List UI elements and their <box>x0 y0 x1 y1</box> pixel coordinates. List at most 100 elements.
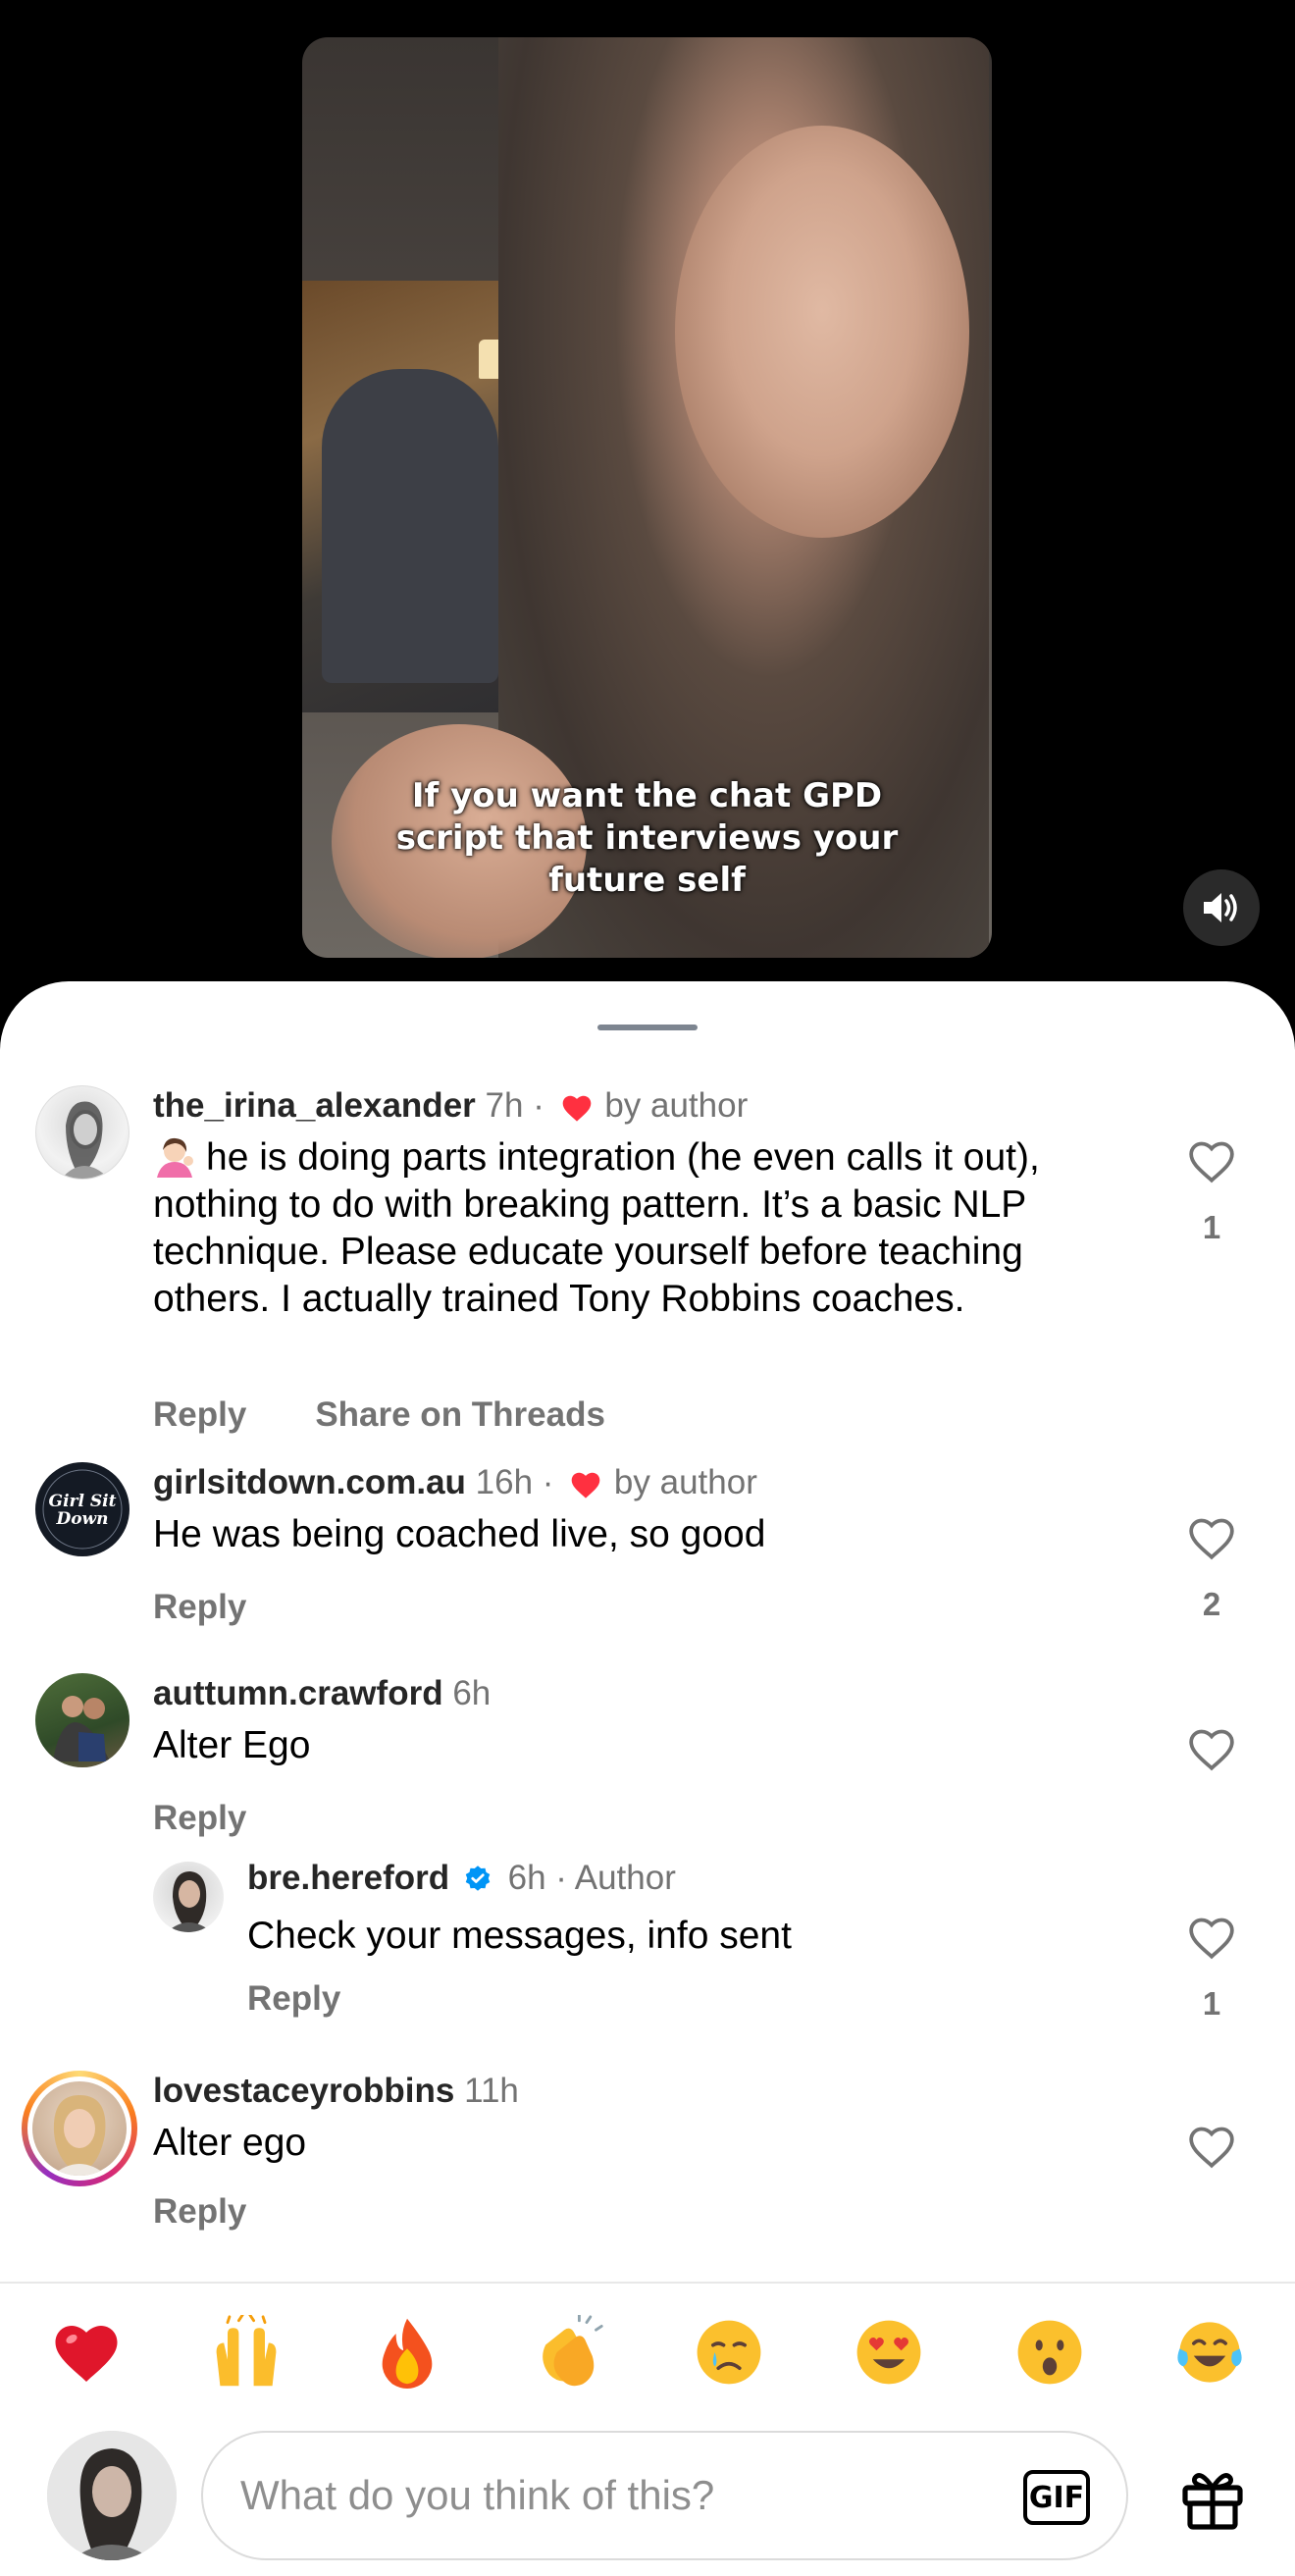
avatar[interactable] <box>153 1862 224 1932</box>
avatar-portrait-icon <box>167 1871 212 1932</box>
comment-meta: auttumn.crawford 6h <box>153 1673 491 1714</box>
comment-like: 1 <box>1182 1915 1241 2023</box>
reel-video[interactable]: If you want the chat GPD script that int… <box>302 37 992 958</box>
sound-toggle-button[interactable] <box>1183 869 1260 946</box>
author-liked-heart-icon <box>571 1472 600 1498</box>
meta-separator: · <box>555 1859 567 1897</box>
reaction-surprised[interactable] <box>1010 2313 1089 2392</box>
comment-time: 6h <box>452 1674 492 1712</box>
comment-time: 11h <box>464 2072 519 2110</box>
video-inset-person <box>322 369 498 683</box>
avatar[interactable] <box>35 1673 130 1767</box>
comment-time: 7h <box>485 1086 524 1125</box>
comment-meta: bre.hereford 6h · Author <box>247 1858 676 1899</box>
comment-username[interactable]: lovestaceyrobbins <box>153 2072 454 2110</box>
heart-outline-icon[interactable] <box>1187 1138 1236 1183</box>
quick-reaction-bar <box>0 2282 1295 2429</box>
author-label: Author <box>574 1859 676 1897</box>
sheet-drag-handle[interactable] <box>597 1025 698 1030</box>
svg-text:Girl Sit: Girl Sit <box>49 1492 117 1511</box>
meta-separator: · <box>533 1086 544 1125</box>
reply-button[interactable]: Reply <box>153 1799 246 1837</box>
avatar[interactable] <box>35 1085 130 1180</box>
woman-tipping-hand-icon <box>157 1137 193 1178</box>
comment-like: 1 <box>1182 1138 1241 1246</box>
comment-username[interactable]: auttumn.crawford <box>153 1674 443 1712</box>
reply-button[interactable]: Reply <box>153 2192 246 2231</box>
red-heart-icon <box>55 2326 118 2382</box>
heart-outline-icon[interactable] <box>1187 1915 1236 1960</box>
comment-text: He was being coached live, so good <box>153 1513 766 1555</box>
comment-like <box>1182 1726 1241 1771</box>
reaction-clapping[interactable] <box>529 2313 607 2392</box>
heart-outline-icon[interactable] <box>1187 2124 1236 2169</box>
comment-username[interactable]: bre.hereford <box>247 1859 449 1897</box>
comment-meta: the_irina_alexander 7h · by author <box>153 1085 748 1127</box>
crying-face-icon <box>697 2320 761 2385</box>
girl-sit-down-logo-icon: Girl Sit Down <box>42 1469 123 1550</box>
comment-username[interactable]: girlsitdown.com.au <box>153 1463 466 1501</box>
avatar-portrait-icon <box>47 2431 177 2560</box>
comment-actions: Reply Share on Threads <box>153 1395 674 1435</box>
reply-button[interactable]: Reply <box>247 1979 340 2018</box>
tears-of-joy-icon <box>1177 2322 1242 2383</box>
reaction-tears-of-joy[interactable] <box>1170 2313 1249 2392</box>
like-count: 2 <box>1202 1586 1221 1622</box>
comment-input-row: GIF <box>0 2419 1295 2576</box>
avatar-portrait-icon <box>61 1101 109 1179</box>
heart-eyes-icon <box>856 2320 921 2385</box>
comment-text: Alter Ego <box>153 1724 311 1766</box>
author-liked-heart-icon <box>562 1095 591 1122</box>
surprised-face-icon <box>1017 2320 1082 2385</box>
liked-by-author-label: by author <box>613 1463 757 1501</box>
video-speaker-face <box>675 126 969 538</box>
comment-username[interactable]: the_irina_alexander <box>153 1086 476 1125</box>
comment-actions: Reply <box>153 1588 315 1627</box>
liked-by-author-label: by author <box>604 1086 749 1125</box>
comment-text: Alter ego <box>153 2122 307 2164</box>
comment-actions: Reply <box>153 2192 315 2232</box>
reaction-red-heart[interactable] <box>47 2313 126 2392</box>
clapping-hands-icon <box>543 2315 603 2387</box>
comment-actions: Reply <box>153 1799 315 1838</box>
heart-outline-icon[interactable] <box>1187 1726 1236 1771</box>
avatar-couple-photo-icon <box>53 1696 110 1761</box>
comment-input[interactable] <box>201 2431 1128 2560</box>
gif-button[interactable]: GIF <box>1023 2470 1090 2525</box>
comment-time: 6h <box>507 1859 546 1897</box>
share-on-threads-button[interactable]: Share on Threads <box>315 1395 605 1434</box>
avatar[interactable]: Girl Sit Down <box>35 1462 130 1556</box>
reaction-fire[interactable] <box>368 2313 446 2392</box>
current-user-avatar <box>47 2431 177 2560</box>
verified-badge-icon <box>465 1866 491 1891</box>
svg-text:Down: Down <box>55 1509 108 1529</box>
heart-outline-icon[interactable] <box>1187 1515 1236 1560</box>
reply-button[interactable]: Reply <box>153 1395 246 1434</box>
comment-meta: girlsitdown.com.au 16h · by author <box>153 1462 757 1503</box>
avatar-ring-gap <box>27 2077 131 2181</box>
reaction-raising-hands[interactable] <box>207 2313 285 2392</box>
reply-button[interactable]: Reply <box>153 1588 246 1626</box>
gift-icon <box>1182 2473 1243 2530</box>
fire-icon <box>382 2318 433 2390</box>
meta-separator: · <box>542 1463 554 1501</box>
comment-meta: lovestaceyrobbins 11h <box>153 2071 519 2112</box>
avatar-portrait-icon <box>32 2081 127 2176</box>
comment-like: 2 <box>1182 1515 1241 1623</box>
reaction-crying[interactable] <box>690 2313 768 2392</box>
video-caption: If you want the chat GPD script that int… <box>395 776 899 900</box>
reel-video-area[interactable]: If you want the chat GPD script that int… <box>0 0 1295 991</box>
comment-text: Check your messages, info sent <box>247 1915 792 1957</box>
comment-actions: Reply <box>247 1979 409 2019</box>
comment-time: 16h <box>475 1463 534 1501</box>
reaction-heart-eyes[interactable] <box>850 2313 928 2392</box>
gift-button[interactable] <box>1173 2458 1252 2537</box>
speaker-icon <box>1204 893 1237 922</box>
comment-like <box>1182 2124 1241 2169</box>
like-count: 1 <box>1202 1209 1221 1245</box>
comment-text-content: he is doing parts integration (he even c… <box>153 1136 1040 1320</box>
like-count: 1 <box>1202 1985 1221 2022</box>
comment-text: he is doing parts integration (he even c… <box>153 1134 1134 1323</box>
story-ring-avatar[interactable] <box>22 2071 137 2186</box>
raising-hands-icon <box>216 2315 277 2387</box>
